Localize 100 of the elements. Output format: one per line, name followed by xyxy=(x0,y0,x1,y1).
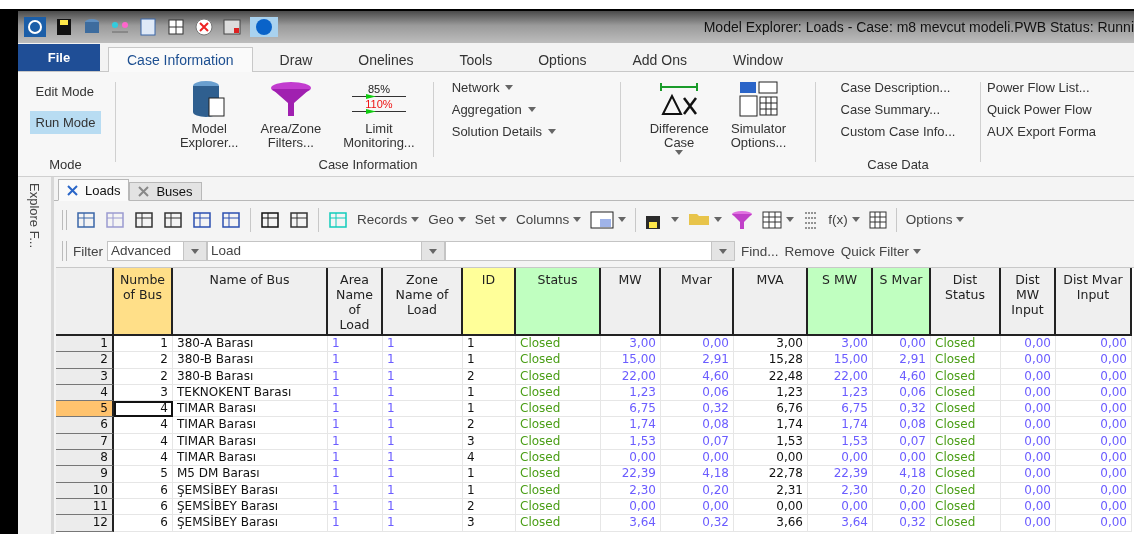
table-icon[interactable] xyxy=(166,17,186,37)
ribbon-link[interactable]: Custom Case Info... xyxy=(836,122,960,141)
aux-open-menu[interactable] xyxy=(688,213,723,226)
column-header[interactable]: Dist Status xyxy=(931,268,1001,336)
table-cell: 4 xyxy=(463,450,516,467)
row-number[interactable]: 5 xyxy=(56,401,114,418)
column-header[interactable]: MVA xyxy=(734,268,808,336)
table-cell: 0,00 xyxy=(1056,482,1132,499)
ribbon-link[interactable]: AUX Export Forma xyxy=(983,122,1101,141)
options-menu[interactable]: Options xyxy=(905,212,965,227)
ribbon-tab[interactable]: Case Information xyxy=(108,47,253,72)
column-header[interactable]: ID xyxy=(463,268,516,336)
close-icon[interactable] xyxy=(138,186,150,197)
column-header[interactable]: Zone Name of Load xyxy=(383,268,463,336)
ribbon-button[interactable]: Simulator Options... xyxy=(726,78,791,150)
column-header[interactable]: Numbe of Bus xyxy=(114,268,173,336)
object-dropdown[interactable]: Load xyxy=(207,241,445,261)
toolbar-menu[interactable]: Set xyxy=(474,212,508,227)
table-cell: 3,66 xyxy=(734,515,808,532)
row-number[interactable]: 8 xyxy=(56,450,114,467)
function-menu[interactable]: f(x) xyxy=(828,212,860,227)
toolbar-grip[interactable] xyxy=(62,241,67,261)
column-header[interactable]: MW xyxy=(601,268,661,336)
table-icon[interactable] xyxy=(134,209,154,230)
grid-menu[interactable] xyxy=(762,210,795,229)
ribbon-tab[interactable]: Tools xyxy=(440,47,512,72)
table-cell: 3,64 xyxy=(601,515,661,532)
save-icon[interactable] xyxy=(54,17,74,37)
table-cell: TIMAR Barası xyxy=(173,417,328,434)
ribbon-button[interactable]: 85% 110% Limit Monitoring... xyxy=(339,78,419,150)
ribbon-tab[interactable]: Options xyxy=(519,47,606,72)
side-panel-tab[interactable]: Explore F... xyxy=(27,183,42,249)
column-header[interactable]: S MW xyxy=(808,268,873,336)
table-cell: 0,00 xyxy=(1056,498,1132,516)
row-number[interactable]: 2 xyxy=(56,352,114,369)
ribbon-menu[interactable]: Aggregation xyxy=(447,100,540,119)
header-corner[interactable] xyxy=(56,268,114,336)
quick-filter-menu[interactable]: Quick Filter xyxy=(840,243,922,259)
close-icon[interactable] xyxy=(194,17,214,37)
table-cell: 0,20 xyxy=(661,482,734,499)
column-header[interactable]: Name of Bus xyxy=(173,268,328,336)
table-cell: 4,60 xyxy=(661,368,734,385)
remove-button[interactable]: Remove xyxy=(784,243,835,259)
ribbon-menu[interactable]: Solution Details xyxy=(447,122,561,141)
document-tab[interactable]: Buses xyxy=(129,182,202,201)
table-cell: 1 xyxy=(463,482,516,499)
close-icon[interactable] xyxy=(67,184,78,196)
layout-menu[interactable] xyxy=(590,210,627,229)
table-cell: 22,78 xyxy=(734,466,808,483)
ribbon-tab[interactable]: Add Ons xyxy=(613,47,706,72)
toolbar-menu[interactable]: Geo xyxy=(428,212,466,227)
table-cell: 2 xyxy=(463,498,516,516)
table-cell: M5 DM Barası xyxy=(173,466,328,483)
filter-mode-dropdown[interactable]: Advanced xyxy=(107,241,207,261)
table-cell: 0,00 xyxy=(601,498,661,516)
ribbon-button[interactable]: Model Explorer... xyxy=(175,78,243,150)
table-cell: 2 xyxy=(463,417,516,434)
table-cell: 0,08 xyxy=(661,417,734,434)
table-cell: 1 xyxy=(383,498,463,516)
row-number[interactable]: 6 xyxy=(56,417,114,434)
toolbar-grip[interactable] xyxy=(62,209,67,230)
find-button[interactable]: Find... xyxy=(741,243,779,259)
toolbar-menu[interactable]: Columns xyxy=(516,212,582,227)
ribbon-tab[interactable]: Window xyxy=(713,47,802,72)
ribbon-link[interactable]: Power Flow List... xyxy=(983,78,1094,97)
table-cell: 22,48 xyxy=(734,368,808,385)
funnel-icon[interactable] xyxy=(731,209,754,230)
table-cell: TIMAR Barası xyxy=(173,450,328,467)
table-cell: Closed xyxy=(931,384,1001,402)
ribbon-tab[interactable]: Draw xyxy=(260,47,332,72)
ribbon-link[interactable]: Case Summary... xyxy=(836,100,944,119)
column-header[interactable]: Area Name of Load xyxy=(328,268,383,336)
table-cell: 1 xyxy=(328,515,383,532)
ribbon-menu[interactable]: Network xyxy=(447,78,518,97)
ribbon-button[interactable]: Difference Case xyxy=(645,78,713,155)
row-number[interactable]: 1 xyxy=(56,336,114,353)
app-logo-icon[interactable] xyxy=(24,17,46,37)
column-header[interactable]: S Mvar xyxy=(873,268,931,336)
toolbar-menu[interactable]: Records xyxy=(357,212,420,227)
ribbon-button[interactable]: Area/Zone Filters... xyxy=(256,78,326,150)
column-header[interactable]: Dist Mvar Input xyxy=(1056,268,1132,336)
ribbon-link[interactable]: Quick Power Flow xyxy=(983,100,1096,119)
table-cell: 1 xyxy=(114,336,173,353)
column-header[interactable]: Mvar xyxy=(661,268,734,336)
delta-x-icon xyxy=(659,82,700,116)
ribbon-tab[interactable]: Onelines xyxy=(339,47,433,72)
grid-icon[interactable] xyxy=(76,209,96,230)
mode-button[interactable]: Run Mode xyxy=(29,111,102,134)
column-header[interactable]: Status xyxy=(516,268,601,336)
table-icon[interactable] xyxy=(868,210,887,229)
row-number[interactable]: 9 xyxy=(56,466,114,483)
mode-button[interactable]: Edit Mode xyxy=(29,80,101,103)
document-tab[interactable]: Loads xyxy=(58,179,130,201)
file-tab[interactable]: File xyxy=(18,44,100,71)
table-cell: Closed xyxy=(931,450,1001,467)
table-cell: 0,00 xyxy=(734,498,808,516)
table-cell: 4 xyxy=(114,417,173,434)
row-number[interactable]: 12 xyxy=(56,515,114,532)
column-header[interactable]: Dist MW Input xyxy=(1001,268,1056,336)
ribbon-link[interactable]: Case Description... xyxy=(836,78,955,97)
